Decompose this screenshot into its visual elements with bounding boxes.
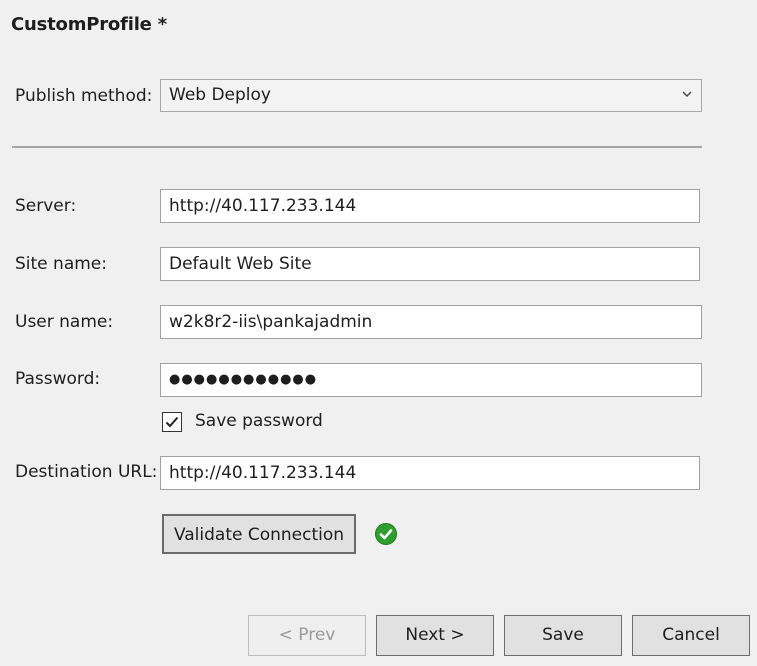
user-name-label: User name:: [15, 312, 114, 332]
password-label: Password:: [15, 369, 101, 389]
save-button[interactable]: Save: [504, 615, 622, 656]
publish-method-value: Web Deploy: [169, 85, 271, 105]
chevron-down-icon: [682, 80, 692, 123]
publish-method-dropdown[interactable]: Web Deploy: [160, 79, 702, 112]
success-check-icon: [375, 523, 397, 545]
save-password-checkbox[interactable]: [162, 412, 182, 432]
cancel-button[interactable]: Cancel: [632, 615, 750, 656]
server-input[interactable]: http://40.117.233.144: [160, 189, 700, 223]
profile-title: CustomProfile *: [11, 14, 167, 35]
server-label: Server:: [15, 196, 77, 216]
user-name-input[interactable]: w2k8r2-iis\pankajadmin: [160, 305, 702, 339]
save-password-label: Save password: [195, 411, 323, 431]
prev-button[interactable]: < Prev: [248, 615, 366, 656]
site-name-label: Site name:: [15, 254, 107, 274]
validate-connection-button[interactable]: Validate Connection: [162, 514, 356, 554]
site-name-input[interactable]: Default Web Site: [160, 247, 700, 281]
next-button[interactable]: Next >: [376, 615, 494, 656]
password-input[interactable]: ●●●●●●●●●●●●: [160, 363, 702, 397]
destination-url-label: Destination URL:: [15, 462, 158, 482]
publish-method-label: Publish method:: [15, 86, 153, 106]
destination-url-input[interactable]: http://40.117.233.144: [160, 456, 700, 490]
checkmark-icon: [165, 416, 179, 428]
section-divider: [12, 146, 702, 148]
